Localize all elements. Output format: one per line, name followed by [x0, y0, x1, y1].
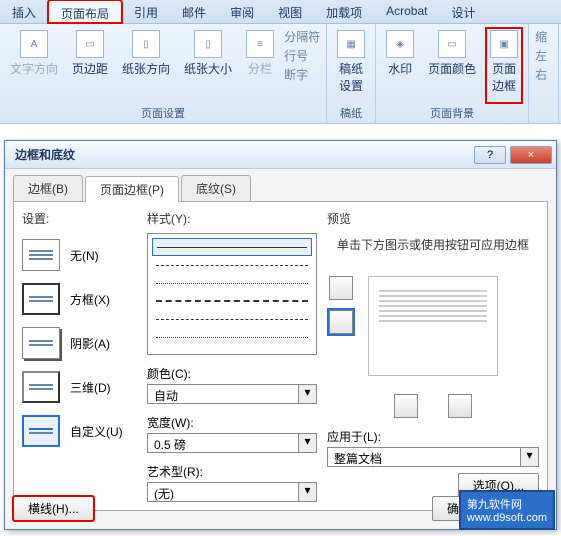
- tab-page-layout[interactable]: 页面布局: [48, 0, 122, 23]
- settings-column: 设置: 无(N) 方框(X) 阴影(A) 三维(D) 自定义(U): [22, 210, 137, 502]
- art-label: 艺术型(R):: [147, 463, 317, 480]
- dialog-tabs: 边框(B) 页面边框(P) 底纹(S): [5, 169, 556, 201]
- tab-page-border-dlg[interactable]: 页面边框(P): [85, 176, 179, 202]
- style-label: 样式(Y):: [147, 210, 317, 227]
- hline-button[interactable]: 横线(H)...: [13, 496, 94, 521]
- btn-line-numbers[interactable]: 行号: [284, 47, 320, 64]
- group-label-manuscript: 稿纸: [333, 103, 369, 123]
- dropdown-arrow-icon: ▾: [298, 385, 316, 403]
- custom-icon: [22, 415, 60, 447]
- group-label-page-setup: 页面设置: [6, 103, 320, 123]
- setting-none[interactable]: 无(N): [22, 239, 137, 271]
- page-setup-extras: 分隔符 行号 断字: [284, 28, 320, 103]
- tab-insert[interactable]: 插入: [0, 0, 48, 23]
- tab-border[interactable]: 边框(B): [13, 175, 83, 201]
- group-indent: 缩左右: [529, 24, 559, 123]
- color-label: 颜色(C):: [147, 365, 317, 382]
- tab-mailings[interactable]: 邮件: [170, 0, 218, 23]
- style-solid[interactable]: [152, 238, 312, 256]
- setting-shadow[interactable]: 阴影(A): [22, 327, 137, 359]
- tab-design[interactable]: 设计: [439, 0, 487, 23]
- tab-shading[interactable]: 底纹(S): [181, 175, 251, 201]
- group-label-background: 页面背景: [382, 103, 522, 123]
- width-label: 宽度(W):: [147, 414, 317, 431]
- watermark-icon: ◈: [386, 30, 414, 58]
- margins-icon: ▭: [76, 30, 104, 58]
- ribbon-tabs: 插入 页面布局 引用 邮件 审阅 视图 加载项 Acrobat 设计: [0, 0, 561, 24]
- group-page-setup: A文字方向 ▭页边距 ▯纸张方向 ▯纸张大小 ≡分栏 分隔符 行号 断字 页面设…: [0, 24, 327, 123]
- width-combo[interactable]: 0.5 磅▾: [147, 433, 317, 453]
- btn-hyphenation[interactable]: 断字: [284, 66, 320, 83]
- preview-box: [327, 266, 539, 386]
- btn-margins[interactable]: ▭页边距: [68, 28, 112, 103]
- btn-orientation[interactable]: ▯纸张方向: [118, 28, 174, 103]
- text-direction-icon: A: [20, 30, 48, 58]
- preview-label: 预览: [327, 210, 539, 227]
- page-color-icon: ▭: [438, 30, 466, 58]
- dialog-titlebar: 边框和底纹 ? ×: [5, 141, 556, 169]
- style-column: 样式(Y): 颜色(C): 自动▾ 宽度(W): 0.5 磅▾ 艺术型(R): …: [147, 210, 317, 502]
- color-combo[interactable]: 自动▾: [147, 384, 317, 404]
- btn-watermark[interactable]: ◈水印: [382, 28, 418, 103]
- style-dot[interactable]: [152, 274, 312, 292]
- apply-combo[interactable]: 整篇文档▾: [327, 447, 539, 467]
- tab-addins[interactable]: 加载项: [314, 0, 374, 23]
- ribbon-body: A文字方向 ▭页边距 ▯纸张方向 ▯纸张大小 ≡分栏 分隔符 行号 断字 页面设…: [0, 24, 561, 124]
- preview-page[interactable]: [368, 276, 498, 376]
- dialog-title: 边框和底纹: [15, 146, 470, 163]
- tab-acrobat[interactable]: Acrobat: [374, 0, 439, 23]
- tab-references[interactable]: 引用: [122, 0, 170, 23]
- help-button[interactable]: ?: [474, 146, 506, 164]
- close-button[interactable]: ×: [510, 146, 552, 164]
- style-dashdot[interactable]: [152, 310, 312, 328]
- apply-label: 应用于(L):: [327, 428, 539, 445]
- dropdown-arrow-icon: ▾: [520, 448, 538, 466]
- btn-size[interactable]: ▯纸张大小: [180, 28, 236, 103]
- orientation-icon: ▯: [132, 30, 160, 58]
- setting-box[interactable]: 方框(X): [22, 283, 137, 315]
- shadow-icon: [22, 327, 60, 359]
- setting-3d[interactable]: 三维(D): [22, 371, 137, 403]
- setting-custom[interactable]: 自定义(U): [22, 415, 137, 447]
- btn-page-border[interactable]: ▣页面 边框: [486, 28, 522, 103]
- columns-icon: ≡: [246, 30, 274, 58]
- btn-text-direction[interactable]: A文字方向: [6, 28, 62, 103]
- border-right-button[interactable]: [448, 394, 472, 418]
- btn-columns[interactable]: ≡分栏: [242, 28, 278, 103]
- btn-page-color[interactable]: ▭页面颜色: [424, 28, 480, 103]
- preview-hint: 单击下方图示或使用按钮可应用边框: [327, 237, 539, 254]
- borders-shading-dialog: 边框和底纹 ? × 边框(B) 页面边框(P) 底纹(S) 设置: 无(N) 方…: [4, 140, 557, 530]
- border-top-button[interactable]: [329, 276, 353, 300]
- btn-breaks[interactable]: 分隔符: [284, 28, 320, 45]
- dialog-body: 设置: 无(N) 方框(X) 阴影(A) 三维(D) 自定义(U) 样式(Y):…: [13, 201, 548, 511]
- group-page-background: ◈水印 ▭页面颜色 ▣页面 边框 页面背景: [376, 24, 529, 123]
- tab-view[interactable]: 视图: [266, 0, 314, 23]
- manuscript-icon: ▦: [337, 30, 365, 58]
- preview-column: 预览 单击下方图示或使用按钮可应用边框 应用于(L): 整篇文档▾ 选项(O).…: [327, 210, 539, 502]
- style-dash2[interactable]: [152, 292, 312, 310]
- style-dashdotdot[interactable]: [152, 328, 312, 346]
- threed-icon: [22, 371, 60, 403]
- border-bottom-button[interactable]: [329, 310, 353, 334]
- box-icon: [22, 283, 60, 315]
- watermark-badge: 第九软件网 www.d9soft.com: [459, 490, 555, 530]
- page-border-icon: ▣: [490, 30, 518, 58]
- dropdown-arrow-icon: ▾: [298, 434, 316, 452]
- none-icon: [22, 239, 60, 271]
- border-left-button[interactable]: [394, 394, 418, 418]
- size-icon: ▯: [194, 30, 222, 58]
- btn-manuscript[interactable]: ▦稿纸 设置: [333, 28, 369, 103]
- style-dash1[interactable]: [152, 256, 312, 274]
- tab-review[interactable]: 审阅: [218, 0, 266, 23]
- settings-label: 设置:: [22, 210, 137, 227]
- style-list[interactable]: [147, 233, 317, 355]
- group-manuscript: ▦稿纸 设置 稿纸: [327, 24, 376, 123]
